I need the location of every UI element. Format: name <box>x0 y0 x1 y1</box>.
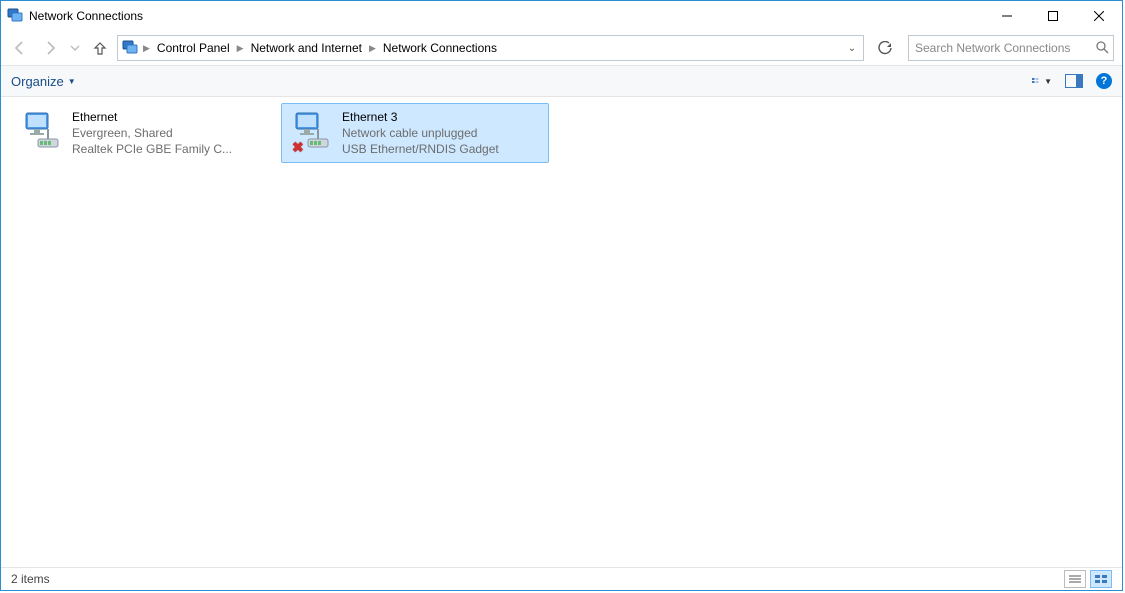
navigation-bar: ▶ Control Panel ▶ Network and Internet ▶… <box>1 31 1122 65</box>
refresh-button[interactable] <box>872 35 898 61</box>
view-options-button[interactable]: ▼ <box>1032 71 1052 91</box>
window-title: Network Connections <box>29 9 143 23</box>
breadcrumb-item[interactable]: Control Panel <box>153 37 234 59</box>
connection-status: Network cable unplugged <box>342 125 499 141</box>
maximize-button[interactable] <box>1030 1 1076 31</box>
titlebar: Network Connections <box>1 1 1122 31</box>
organize-label: Organize <box>11 74 64 89</box>
chevron-right-icon[interactable]: ▶ <box>366 37 379 59</box>
connection-device: Realtek PCIe GBE Family C... <box>72 141 232 157</box>
network-adapter-icon: ✖ <box>290 109 334 153</box>
chevron-down-icon: ▼ <box>1044 77 1052 86</box>
recent-locations-button[interactable] <box>67 35 83 61</box>
connection-status: Evergreen, Shared <box>72 125 232 141</box>
help-button[interactable]: ? <box>1096 73 1112 89</box>
status-bar: 2 items <box>1 567 1122 590</box>
item-count: 2 items <box>11 572 50 586</box>
chevron-down-icon: ▼ <box>68 77 76 86</box>
network-connection-item[interactable]: ✖ Ethernet 3 Network cable unplugged USB… <box>281 103 549 163</box>
search-icon[interactable] <box>1095 40 1109 57</box>
chevron-right-icon[interactable]: ▶ <box>234 37 247 59</box>
command-bar: Organize ▼ ▼ ? <box>1 65 1122 97</box>
network-adapter-icon <box>20 109 64 153</box>
content-area[interactable]: Ethernet Evergreen, Shared Realtek PCIe … <box>1 97 1122 567</box>
organize-button[interactable]: Organize ▼ <box>11 74 76 89</box>
breadcrumb-item[interactable]: Network Connections <box>379 37 501 59</box>
chevron-right-icon[interactable]: ▶ <box>140 37 153 59</box>
unplugged-icon: ✖ <box>292 139 306 153</box>
back-button[interactable] <box>7 35 33 61</box>
view-details-button[interactable] <box>1064 570 1086 588</box>
location-icon <box>120 39 140 58</box>
close-button[interactable] <box>1076 1 1122 31</box>
minimize-button[interactable] <box>984 1 1030 31</box>
forward-button[interactable] <box>37 35 63 61</box>
breadcrumb-item[interactable]: Network and Internet <box>247 37 366 59</box>
search-box[interactable] <box>908 35 1114 61</box>
app-icon <box>7 7 23 26</box>
up-button[interactable] <box>87 35 113 61</box>
connection-device: USB Ethernet/RNDIS Gadget <box>342 141 499 157</box>
connection-name: Ethernet 3 <box>342 109 499 125</box>
network-connection-item[interactable]: Ethernet Evergreen, Shared Realtek PCIe … <box>11 103 279 163</box>
view-tiles-button[interactable] <box>1090 570 1112 588</box>
preview-pane-button[interactable] <box>1064 71 1084 91</box>
connection-name: Ethernet <box>72 109 232 125</box>
search-input[interactable] <box>913 40 1095 56</box>
window: Network Connections <box>0 0 1123 591</box>
address-dropdown-button[interactable]: ⌄ <box>843 43 861 54</box>
address-bar[interactable]: ▶ Control Panel ▶ Network and Internet ▶… <box>117 35 864 61</box>
